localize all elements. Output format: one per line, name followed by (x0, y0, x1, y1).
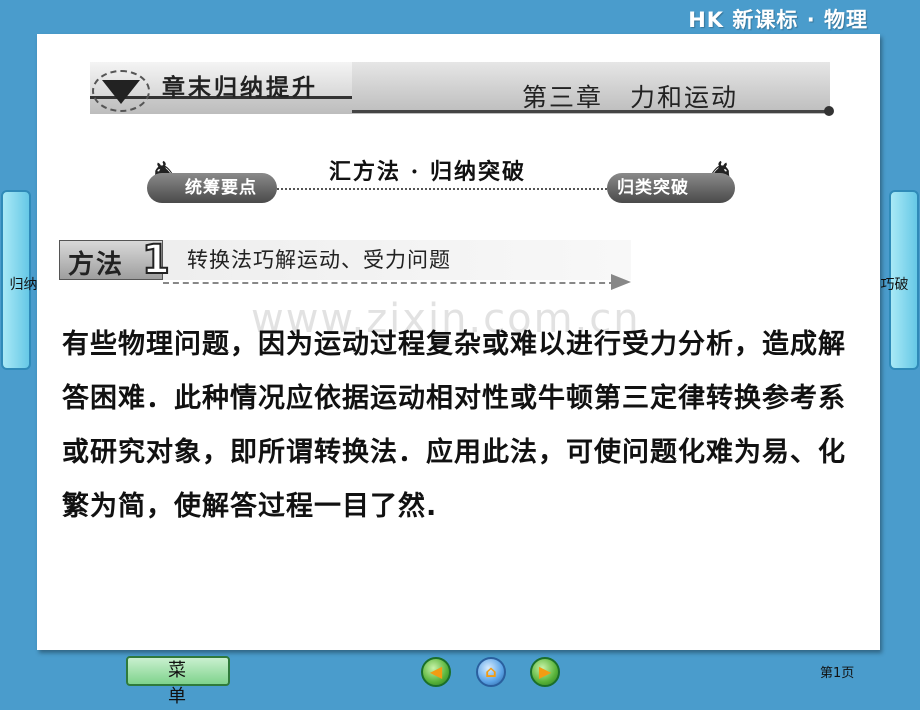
dotted-connector (277, 188, 607, 190)
arrow-right-icon (611, 274, 631, 290)
home-icon: ⌂ (485, 662, 497, 681)
method-title: 转换法巧解运动、受力问题 (187, 248, 451, 272)
pill-guilei[interactable]: 归类突破 (607, 173, 735, 203)
chapter-header: 章末归纳提升 第三章 力和运动 (90, 56, 845, 116)
page-indicator: 第1页 (820, 666, 855, 681)
section-title: 汇方法 · 归纳突破 (329, 159, 526, 185)
prev-button[interactable]: ◀ (421, 657, 451, 687)
body-paragraph: 有些物理问题，因为运动过程复杂或难以进行受力分析，造成解答困难．此种情况应依据运… (62, 329, 846, 522)
method-badge: 方法 1 (59, 236, 171, 284)
course-brand: HK 新课标 · 物理 (688, 8, 868, 32)
chapter-tab-label: 章末归纳提升 (162, 74, 318, 101)
method-dashed-line (163, 282, 615, 284)
menu-button[interactable]: 菜单 (126, 656, 230, 707)
method-label: 方法 (68, 250, 125, 280)
arrow-right-icon: ▶ (538, 662, 552, 681)
method-number: 1 (141, 236, 171, 284)
slide-card: 章末归纳提升 第三章 力和运动 ♞ ♞ 汇方法 · 归纳突破 统筹要点 归类突破… (37, 34, 880, 650)
triangle-down-icon (102, 80, 140, 104)
arrow-left-icon: ◀ (429, 662, 443, 681)
pill-tongchou[interactable]: 统筹要点 (147, 173, 277, 203)
chapter-line-dot (824, 106, 834, 116)
chapter-title: 第三章 力和运动 (522, 83, 739, 112)
home-button[interactable]: ⌂ (476, 657, 506, 687)
next-button[interactable]: ▶ (530, 657, 560, 687)
